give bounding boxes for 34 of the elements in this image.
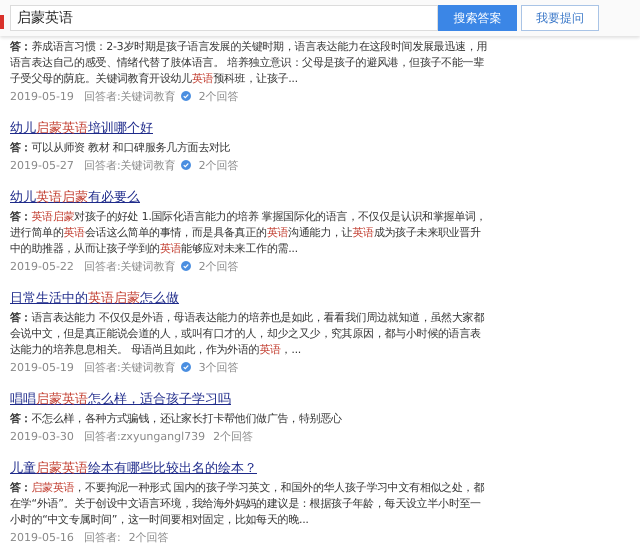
answer-snippet: 答：语言表达能力 不仅仅是外语，母语表达能力的培养也是如此，看看我们周边就知道，虽然大家都会说中文，但是真正能说会道的人，或叫有口才的人，却少之又少，究其原因，都与小时候的语言表达能力的培养息息相关。 母语尚且如此，作为外语的英语，... xyxy=(10,310,486,358)
answer-snippet: 答：启蒙英语，不要拘泥一种形式 国内的孩子学习英文，和国外的华人孩子学习中文有相似之处，都在学“外语”。关于创设中文语言环境，我给海外妈妈的建议是：根据孩子年龄，每天设立半小时至一小时的“中文专属时间”，这一时间要相对固定，比如每天的晚... xyxy=(10,480,486,528)
verified-check-icon xyxy=(180,160,191,170)
answer-count: 3个回答 xyxy=(198,360,239,374)
verified-check-icon xyxy=(180,91,191,101)
answerer-label: 回答者:zxyungangl739 xyxy=(84,428,206,444)
answer-count: 2个回答 xyxy=(128,530,169,544)
search-field[interactable]: 启蒙英语 xyxy=(10,5,438,31)
answerer-label: 回答者:关键词教育 xyxy=(84,258,176,274)
result-title-link[interactable]: 儿童启蒙英语绘本有哪些比较出名的绘本？ xyxy=(10,460,257,478)
result-title-link[interactable]: 幼儿启蒙英语培训哪个好 xyxy=(10,120,153,138)
answer-date: 2019-05-27 xyxy=(10,158,74,172)
answer-date: 2019-05-19 xyxy=(10,360,74,374)
answer-count: 2个回答 xyxy=(198,158,239,172)
answer-snippet: 答：养成语言习惯：2-3岁时期是孩子语言发展的关键时期，语言表达能力在这段时间发展最迅速，用语言表达自己的感受、情绪代替了肢体语言。 培养独立意识：父母是孩子的避风港，但孩子不能一辈子受父母的荫庇。关键词教育开设幼儿英语预科班，让孩子... xyxy=(10,39,488,87)
answer-snippet: 答：英语启蒙对孩子的好处 1.国际化语言能力的培养 掌握国际化的语言，不仅仅是认识和掌握单词，进行简单的英语会话这么简单的事情，而是具备真正的英语沟通能力，让英语成为孩子未来职业晋升中的助推器，从而让孩子学到的英语能够应对未来工作的需... xyxy=(10,209,488,257)
answer-snippet: 答：可以从师资 教材 和口碑服务几方面去对比 xyxy=(10,140,232,156)
answerer-label: 回答者:关键词教育 xyxy=(84,158,176,172)
answer-date: 2019-03-30 xyxy=(10,430,74,442)
answer-snippet: 答：不怎么样，各种方式骗钱，还让家长打卡帮他们做广告，特别恶心 xyxy=(10,411,343,427)
answerer-label: 回答者:关键词教育 xyxy=(84,360,176,374)
search-button[interactable]: 搜索答案 xyxy=(438,5,517,31)
ask-question-button[interactable]: 我要提问 xyxy=(521,5,599,31)
answer-date: 2019-05-16 xyxy=(10,530,74,544)
answer-count: 2个回答 xyxy=(198,88,239,104)
logo-fragment-icon xyxy=(0,15,4,29)
answer-date: 2019-05-19 xyxy=(10,90,74,102)
answer-date: 2019-05-22 xyxy=(10,260,74,272)
answer-count: 2个回答 xyxy=(213,428,254,444)
answer-count: 2个回答 xyxy=(198,258,239,274)
answerer-label: 回答者: xyxy=(84,530,121,544)
verified-check-icon xyxy=(180,261,191,271)
verified-check-icon xyxy=(180,362,191,372)
answerer-label: 回答者:关键词教育 xyxy=(84,88,176,104)
